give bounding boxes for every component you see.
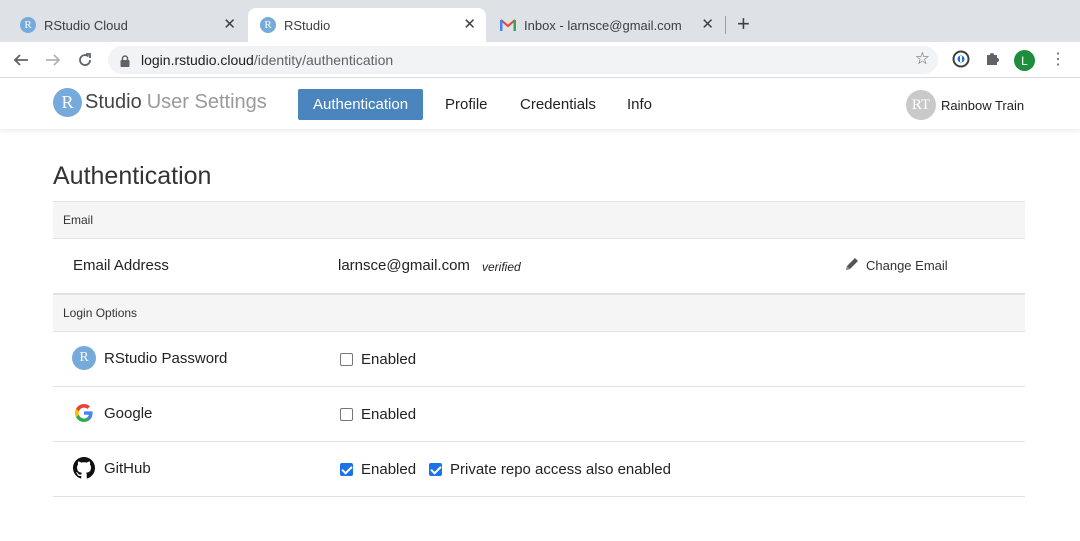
login-option-label: RStudio Password: [104, 349, 228, 367]
close-icon[interactable]: ✕: [701, 17, 714, 33]
extensions-puzzle-icon[interactable]: [984, 50, 1001, 72]
google-enabled-checkbox[interactable]: Enabled: [340, 406, 416, 423]
password-manager-icon[interactable]: [952, 50, 970, 73]
rstudio-enabled-checkbox[interactable]: Enabled: [340, 351, 416, 368]
google-icon: [72, 401, 96, 425]
checkbox[interactable]: [429, 463, 442, 476]
rstudio-icon: R: [72, 346, 96, 370]
user-menu[interactable]: RT Rainbow Train: [906, 90, 1024, 120]
tab-info[interactable]: Info: [612, 89, 667, 120]
checkbox-label: Private repo access also enabled: [450, 461, 671, 478]
reload-icon[interactable]: [73, 48, 97, 72]
rstudio-logo-letter: R: [72, 346, 96, 370]
rstudio-icon: R: [20, 17, 36, 33]
browser-tab-rstudio[interactable]: R RStudio ✕: [248, 8, 486, 42]
forward-arrow-icon[interactable]: [41, 48, 65, 72]
verified-badge: verified: [482, 260, 521, 274]
browser-toolbar: login.rstudio.cloud/identity/authenticat…: [0, 42, 1080, 78]
browser-tab-bar: R RStudio Cloud ✕ R RStudio ✕ Inbox - la…: [0, 0, 1080, 42]
email-address-label: Email Address: [73, 257, 169, 274]
brand-suffix: User Settings: [146, 91, 267, 113]
tab-label: RStudio Cloud: [44, 17, 128, 33]
close-icon[interactable]: ✕: [463, 17, 476, 33]
brand-name: Studio: [85, 91, 142, 113]
lock-icon: [120, 54, 130, 72]
address-bar[interactable]: login.rstudio.cloud/identity/authenticat…: [108, 46, 938, 74]
login-option-rstudio: R RStudio Password Enabled: [53, 332, 1025, 387]
profile-avatar[interactable]: L: [1014, 50, 1035, 71]
change-email-button[interactable]: Change Email: [844, 256, 948, 275]
tab-label: RStudio: [284, 17, 331, 33]
checkbox[interactable]: [340, 463, 353, 476]
page-title: Authentication: [53, 162, 212, 190]
checkbox-label: Enabled: [361, 461, 417, 478]
change-email-label: Change Email: [866, 258, 948, 273]
tab-credentials[interactable]: Credentials: [505, 89, 611, 120]
tab-divider: [725, 16, 726, 34]
login-option-github: GitHub Enabled Private repo access also …: [53, 442, 1025, 497]
url-path: /identity/authentication: [253, 52, 394, 68]
email-row: Email Address larnsce@gmail.com verified…: [53, 239, 1025, 294]
login-option-google: Google Enabled: [53, 387, 1025, 442]
email-address-value: larnsce@gmail.com: [338, 257, 470, 274]
tab-label: Inbox - larnsce@gmail.com - G: [524, 17, 684, 33]
email-section-heading: Email: [53, 201, 1025, 239]
browser-menu-icon[interactable]: ⋮: [1050, 50, 1066, 70]
browser-tab-rstudio-cloud[interactable]: R RStudio Cloud ✕: [8, 8, 246, 42]
gmail-icon: [500, 19, 516, 31]
login-option-name: Google: [72, 401, 152, 425]
checkbox-label: Enabled: [361, 351, 417, 368]
github-enabled-checkbox[interactable]: Enabled: [340, 461, 416, 478]
checkbox[interactable]: [340, 408, 353, 421]
login-option-name: R RStudio Password: [72, 346, 227, 370]
github-icon: [72, 456, 96, 480]
url-host: login.rstudio.cloud: [141, 52, 254, 68]
rstudio-icon: R: [260, 17, 276, 33]
avatar: RT: [906, 90, 936, 120]
tab-authentication[interactable]: Authentication: [298, 89, 424, 120]
new-tab-button[interactable]: +: [737, 12, 750, 36]
login-options-heading: Login Options: [53, 294, 1025, 332]
brand-logo[interactable]: R Studio User Settings: [53, 88, 267, 117]
login-option-name: GitHub: [72, 456, 151, 480]
checkbox[interactable]: [340, 353, 353, 366]
login-option-label: GitHub: [104, 459, 151, 477]
url-text: login.rstudio.cloud/identity/authenticat…: [141, 52, 393, 68]
tab-profile[interactable]: Profile: [430, 89, 503, 120]
browser-tab-gmail[interactable]: Inbox - larnsce@gmail.com - G ✕: [488, 8, 724, 42]
bookmark-star-icon[interactable]: ☆: [915, 49, 930, 69]
back-arrow-icon[interactable]: [9, 48, 33, 72]
app-header: R Studio User Settings Authentication Pr…: [0, 79, 1080, 129]
pencil-icon: [844, 256, 860, 275]
checkbox-label: Enabled: [361, 406, 417, 423]
close-icon[interactable]: ✕: [223, 17, 236, 33]
rstudio-logo-icon: R: [53, 88, 82, 117]
user-name: Rainbow Train: [941, 97, 1025, 113]
login-option-label: Google: [104, 404, 153, 422]
github-private-repo-checkbox[interactable]: Private repo access also enabled: [429, 461, 671, 478]
authentication-panel: Email Email Address larnsce@gmail.com ve…: [53, 201, 1025, 497]
